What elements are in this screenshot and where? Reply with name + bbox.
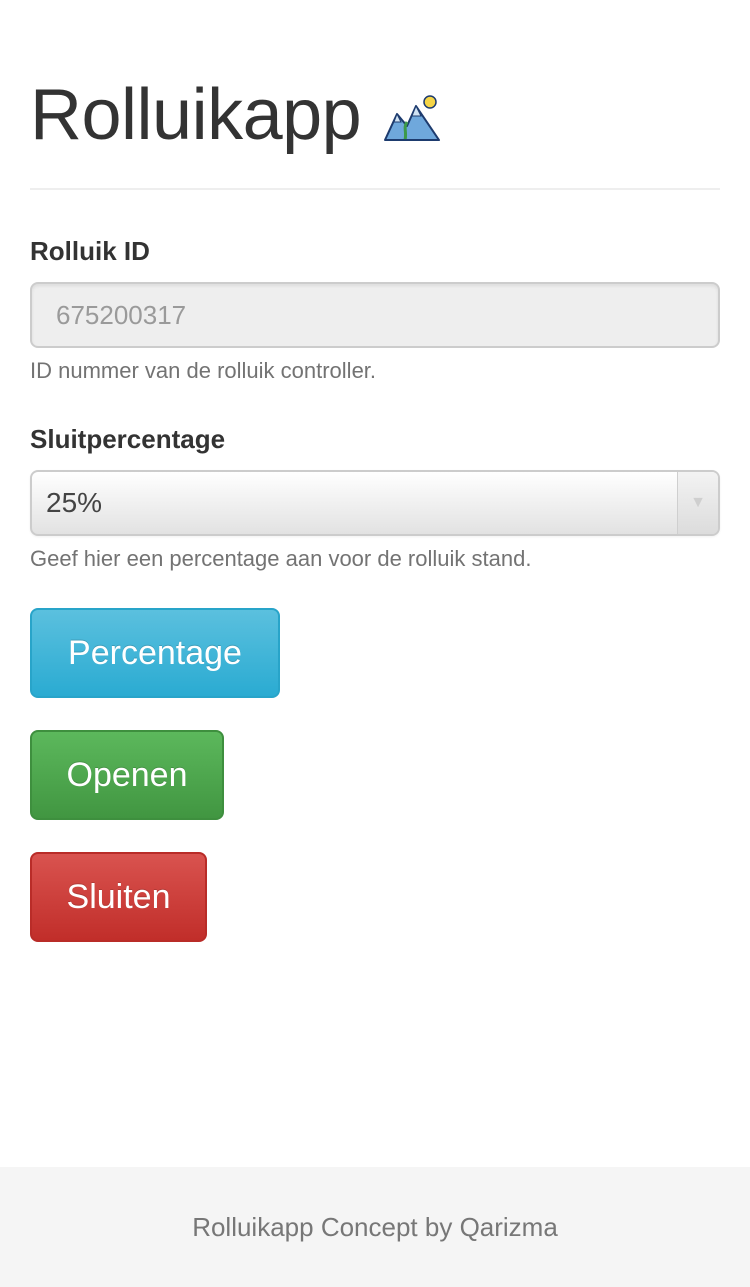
footer: Rolluikapp Concept by Qarizma bbox=[0, 1167, 750, 1287]
page-header: Rolluikapp bbox=[30, 70, 441, 160]
chevron-down-icon[interactable]: ▼ bbox=[677, 472, 718, 534]
sluitpercentage-selected-value: 25% bbox=[46, 487, 103, 518]
footer-text: Rolluikapp Concept by Qarizma bbox=[192, 1211, 558, 1242]
page: Rolluikapp Rolluik ID ID nummer van de r… bbox=[0, 0, 750, 1287]
sluitpercentage-select[interactable]: 25% ▼ bbox=[30, 470, 720, 536]
open-button[interactable]: Openen bbox=[30, 730, 224, 820]
header-divider bbox=[30, 188, 720, 190]
mountain-landscape-icon bbox=[384, 95, 441, 141]
sluitpercentage-help: Geef hier een percentage aan voor de rol… bbox=[30, 546, 532, 571]
percentage-button[interactable]: Percentage bbox=[30, 608, 280, 698]
rolluik-id-label: Rolluik ID bbox=[30, 236, 150, 266]
close-button[interactable]: Sluiten bbox=[30, 852, 207, 942]
rolluik-id-input[interactable] bbox=[30, 282, 720, 348]
sluitpercentage-label: Sluitpercentage bbox=[30, 424, 226, 454]
page-title: Rolluikapp bbox=[30, 75, 362, 155]
rolluik-id-help: ID nummer van de rolluik controller. bbox=[30, 358, 377, 383]
